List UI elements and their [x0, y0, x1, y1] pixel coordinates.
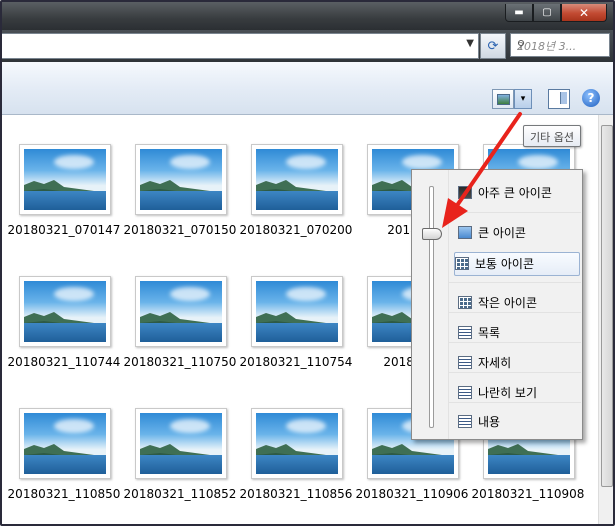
file-name: 20180321_070200	[239, 223, 353, 237]
landscape-image	[140, 281, 222, 342]
landscape-image	[24, 413, 106, 474]
small-icons-icon	[458, 296, 472, 309]
file-item[interactable]: 20180321_110856	[236, 383, 352, 509]
view-icon	[497, 94, 510, 105]
file-name: 20180321_110852	[123, 487, 237, 501]
view-option-list[interactable]: 목록	[458, 322, 578, 344]
landscape-image	[24, 149, 106, 210]
view-option-mediums-icon[interactable]: 보통 아이콘	[454, 252, 580, 276]
file-item[interactable]: 20180321_110852	[120, 383, 236, 509]
file-name: 20180321_110744	[7, 355, 121, 369]
menu-separator	[448, 372, 581, 373]
view-option-label: 큰 아이콘	[478, 226, 526, 240]
file-name: 20180321_110856	[239, 487, 353, 501]
file-name: 20180321_110750	[123, 355, 237, 369]
large-icons-icon	[458, 226, 472, 239]
refresh-button[interactable]: ⟳	[480, 33, 506, 59]
list-icon	[458, 326, 472, 339]
view-option-smalls-icon[interactable]: 작은 아이콘	[458, 292, 578, 314]
window-controls: ▬ ▢ ✕	[505, 4, 607, 22]
medium-icons-icon	[455, 257, 469, 270]
address-dropdown-icon[interactable]: ▼	[466, 38, 474, 49]
content-icon	[458, 415, 472, 428]
view-option-details[interactable]: 자세히	[458, 352, 578, 374]
file-name: 20180321_110908	[471, 487, 585, 501]
landscape-image	[140, 413, 222, 474]
landscape-image	[256, 149, 338, 210]
file-name: 20180321_110906	[355, 487, 469, 501]
search-input[interactable]: 2018년 3... ⚲	[510, 33, 610, 57]
menu-separator	[448, 402, 581, 403]
image-thumbnail	[251, 144, 343, 215]
address-row: ▼ ⟳ 2018년 3... ⚲	[2, 30, 613, 62]
landscape-image	[256, 413, 338, 474]
more-options-tooltip: 기타 옵션	[523, 125, 581, 147]
help-button[interactable]: ?	[582, 89, 600, 107]
view-option-label: 작은 아이콘	[478, 296, 538, 310]
minimize-button[interactable]: ▬	[505, 4, 533, 22]
extra-large-icons-icon	[458, 186, 472, 199]
file-name: 20180321_110850	[7, 487, 121, 501]
menu-separator	[448, 342, 581, 343]
chevron-down-icon: ▾	[520, 94, 526, 104]
view-option-label: 자세히	[478, 356, 512, 370]
landscape-image	[140, 149, 222, 210]
change-view-button[interactable]	[492, 89, 514, 109]
file-name: 20180321_070147	[7, 223, 121, 237]
image-thumbnail	[251, 276, 343, 347]
file-item[interactable]: 20180321_070147	[4, 119, 120, 245]
close-button[interactable]: ✕	[561, 4, 607, 22]
view-option-larges-icon[interactable]: 큰 아이콘	[458, 222, 578, 244]
vertical-scrollbar[interactable]	[598, 115, 613, 524]
file-item[interactable]: 20180321_070150	[120, 119, 236, 245]
details-icon	[458, 356, 472, 369]
refresh-icon: ⟳	[487, 38, 499, 54]
file-name: 20180321_110754	[239, 355, 353, 369]
view-option-label: 아주 큰 아이콘	[478, 186, 552, 200]
view-option-content[interactable]: 내용	[458, 411, 578, 433]
menu-separator	[448, 212, 581, 213]
preview-pane-icon	[560, 92, 567, 104]
image-thumbnail	[19, 408, 111, 479]
image-thumbnail	[135, 276, 227, 347]
file-item[interactable]: 20180321_110850	[4, 383, 120, 509]
image-thumbnail	[251, 408, 343, 479]
view-option-label: 내용	[478, 415, 501, 429]
view-option-label: 나란히 보기	[478, 386, 538, 400]
address-bar[interactable]: ▼	[2, 33, 479, 59]
search-icon: ⚲	[517, 38, 526, 51]
view-slider-track[interactable]	[429, 186, 434, 428]
tiles-icon	[458, 386, 472, 399]
preview-pane-button[interactable]	[548, 89, 570, 109]
command-bar: ▾ ?	[2, 62, 613, 115]
image-thumbnail	[19, 276, 111, 347]
help-icon: ?	[587, 91, 595, 105]
view-option-label: 목록	[478, 326, 501, 340]
view-option-tiles[interactable]: 나란히 보기	[458, 382, 578, 404]
landscape-image	[256, 281, 338, 342]
landscape-image	[24, 281, 106, 342]
image-thumbnail	[135, 408, 227, 479]
file-item[interactable]: 20180321_110744	[4, 251, 120, 377]
menu-separator	[448, 282, 581, 283]
scrollbar-thumb[interactable]	[601, 125, 613, 487]
image-thumbnail	[135, 144, 227, 215]
file-item[interactable]: 20180321_110750	[120, 251, 236, 377]
view-menu: 아주 큰 아이콘큰 아이콘보통 아이콘작은 아이콘목록자세히나란히 보기내용	[411, 169, 583, 440]
maximize-button[interactable]: ▢	[533, 4, 561, 22]
file-item[interactable]: 20180321_110754	[236, 251, 352, 377]
more-options-dropdown[interactable]: ▾	[514, 89, 532, 109]
file-item[interactable]: 20180321_070200	[236, 119, 352, 245]
view-option-extra-larges-icon[interactable]: 아주 큰 아이콘	[458, 182, 578, 204]
menu-separator	[448, 312, 581, 313]
view-option-label: 보통 아이콘	[475, 257, 535, 271]
view-slider-knob[interactable]	[422, 228, 442, 240]
image-thumbnail	[19, 144, 111, 215]
title-bar: ▬ ▢ ✕	[2, 2, 613, 30]
view-slider-strip	[412, 170, 449, 439]
explorer-window: ▬ ▢ ✕ ▼ ⟳ 2018년 3... ⚲ ▾ ? 20180321_0701…	[0, 0, 615, 526]
file-name: 20180321_070150	[123, 223, 237, 237]
